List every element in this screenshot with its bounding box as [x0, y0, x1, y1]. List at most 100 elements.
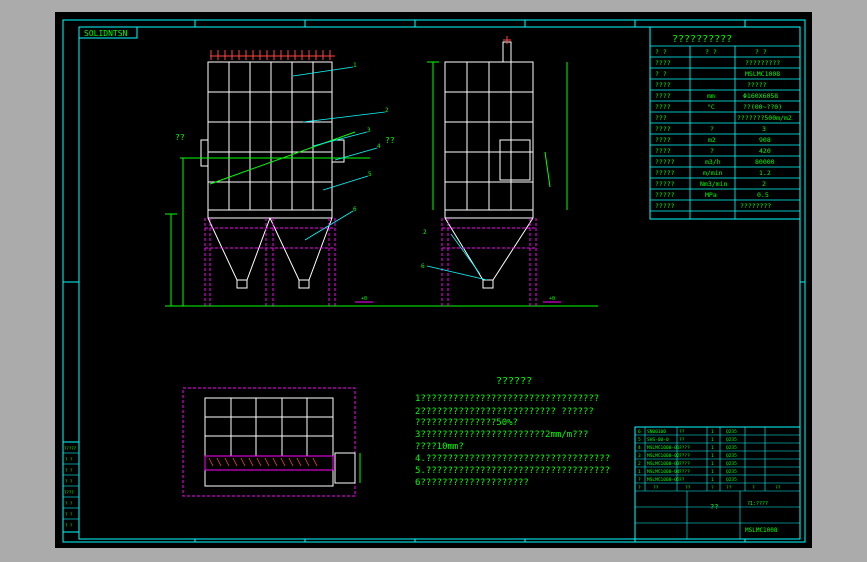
svg-text:??: ?? — [726, 485, 732, 491]
svg-text:1: 1 — [711, 477, 714, 483]
svg-text:3: 3 — [638, 453, 641, 459]
svg-text:Q235: Q235 — [726, 469, 737, 475]
svg-text:????????: ???????? — [740, 202, 771, 210]
svg-text:2: 2 — [638, 461, 641, 467]
svg-text:? ?: ? ? — [655, 48, 667, 56]
svg-text:1: 1 — [711, 445, 714, 451]
svg-text:5: 5 — [638, 437, 641, 443]
svg-text:?????: ????? — [64, 446, 77, 451]
svg-text:?????????: ????????? — [745, 59, 780, 67]
svg-text:??(00~??0): ??(00~??0) — [743, 103, 782, 111]
svg-text:1: 1 — [711, 453, 714, 459]
svg-text:MSLMC1008-02: MSLMC1008-02 — [647, 453, 680, 459]
svg-text:??: ?? — [685, 485, 691, 491]
svg-text:0.5: 0.5 — [757, 191, 769, 199]
svg-text:???: ??? — [655, 114, 667, 122]
svg-text:4.????????????????????????????: 4.?????????????????????????????????? — [415, 454, 610, 464]
svg-text:SHS-00-0: SHS-00-0 — [647, 437, 669, 443]
svg-text:?: ? — [711, 485, 714, 491]
svg-text:+0: +0 — [549, 296, 555, 302]
svg-text:1: 1 — [711, 469, 714, 475]
side-note-right: ?? — [385, 136, 395, 145]
cad-drawing-viewport[interactable]: SOLIDNTSN 1 2 3 4 5 6 ?? ?? 2 6 +0 +0 ??… — [55, 12, 812, 548]
svg-text:3: 3 — [367, 127, 371, 134]
svg-text:????: ???? — [655, 136, 671, 144]
svg-text:m3/h: m3/h — [705, 158, 721, 166]
svg-text:???????500m/m2: ???????500m/m2 — [737, 114, 792, 122]
svg-text:????: ???? — [679, 469, 690, 475]
svg-text:??: ?? — [679, 429, 685, 435]
svg-text:°C: °C — [707, 103, 715, 111]
svg-text:?????: ????? — [747, 81, 767, 89]
svg-text:+0: +0 — [361, 296, 367, 302]
svg-text:????: ???? — [655, 81, 671, 89]
svg-text:?????: ????? — [655, 158, 675, 166]
svg-text:?: ? — [638, 477, 641, 483]
side-elevation: 2 6 +0 +0 — [355, 36, 568, 306]
parts-list: 6 SN00100?? 1 Q235 5 SHS-00-0?? 1 Q235 4 MSLMC1… — [634, 426, 801, 540]
svg-text:3: 3 — [762, 125, 766, 133]
svg-text:m2: m2 — [708, 136, 716, 144]
svg-text:? ?: ? ? — [65, 501, 73, 506]
svg-text:Q235: Q235 — [726, 437, 737, 443]
svg-text:? ?: ? ? — [65, 523, 73, 528]
svg-text:Nm3/min: Nm3/min — [700, 180, 727, 188]
svg-text:m/min: m/min — [703, 169, 723, 177]
svg-text:1?????????????????????????????: 1????????????????????????????????? — [415, 394, 599, 404]
svg-text:2: 2 — [423, 229, 427, 236]
svg-text:????: ???? — [655, 147, 671, 155]
svg-text:Q235: Q235 — [726, 445, 737, 451]
svg-text:Q235: Q235 — [726, 477, 737, 483]
spec-table-title: ?????????? — [672, 34, 732, 45]
svg-text:? ?: ? ? — [755, 48, 767, 56]
spec-table: ?????????? ? ?? ?? ? ????????????? ? ? MS… — [649, 26, 801, 220]
svg-text:Q235: Q235 — [726, 429, 737, 435]
svg-text:2: 2 — [762, 180, 766, 188]
svg-text:? ?: ? ? — [65, 479, 73, 484]
svg-text:1: 1 — [711, 437, 714, 443]
svg-text:?: ? — [638, 485, 641, 491]
technical-notes: ?????? 1????????????????????????????????… — [415, 376, 610, 488]
svg-text:????: ???? — [64, 490, 74, 495]
svg-text:?: ? — [710, 147, 714, 155]
svg-text:1: 1 — [353, 62, 357, 69]
svg-text:????: ???? — [655, 92, 671, 100]
front-bag-tops — [210, 50, 335, 60]
svg-text:2????????????????????????? ???: 2????????????????????????? ?????? — [415, 407, 594, 417]
svg-text:????: ???? — [655, 103, 671, 111]
svg-text:????: ???? — [679, 453, 690, 459]
svg-text:?: ? — [710, 125, 714, 133]
svg-text:????10mm?: ????10mm? — [415, 442, 464, 452]
svg-text:3???????????????????????2mm/m?: 3???????????????????????2mm/m??? — [415, 430, 588, 440]
svg-text:? ?: ? ? — [65, 457, 73, 462]
svg-text:?: ? — [752, 485, 755, 491]
svg-text:??: ?? — [653, 485, 659, 491]
svg-text:????: ???? — [655, 125, 671, 133]
svg-text:????: ???? — [679, 461, 690, 467]
svg-text:MSLMC1008-05: MSLMC1008-05 — [647, 477, 680, 483]
svg-text:Q235: Q235 — [726, 461, 737, 467]
svg-text:???????????????50%?: ???????????????50%? — [415, 418, 518, 428]
svg-text:1: 1 — [711, 461, 714, 467]
svg-text:MSLMC1008-03: MSLMC1008-03 — [647, 461, 680, 467]
svg-text:MSLMC1008-04: MSLMC1008-04 — [647, 469, 680, 475]
title-block-drawing-no: MSLMC1008 — [745, 527, 778, 534]
svg-text:?????: ????? — [655, 169, 675, 177]
side-note-left: ?? — [175, 133, 185, 142]
svg-text:MPa: MPa — [705, 191, 717, 199]
svg-text:80000: 80000 — [755, 158, 775, 166]
drawing-canvas: SOLIDNTSN 1 2 3 4 5 6 ?? ?? 2 6 +0 +0 ??… — [62, 19, 806, 543]
svg-text:SN00100: SN00100 — [647, 429, 666, 435]
svg-text:????: ???? — [679, 445, 690, 451]
svg-text:????: ???? — [655, 59, 671, 67]
svg-text:5: 5 — [368, 171, 372, 178]
title-block-scale: ?1:???? — [747, 501, 768, 507]
svg-text:Φ160X6058: Φ160X6058 — [743, 92, 778, 100]
svg-text:? ?: ? ? — [655, 70, 667, 78]
svg-text:MSLMC1008: MSLMC1008 — [745, 70, 780, 78]
svg-text:2: 2 — [385, 107, 389, 114]
svg-text:? ?: ? ? — [65, 468, 73, 473]
svg-text:6????????????????????: 6???????????????????? — [415, 478, 529, 488]
svg-text:??: ?? — [679, 437, 685, 443]
svg-text:908: 908 — [759, 136, 771, 144]
